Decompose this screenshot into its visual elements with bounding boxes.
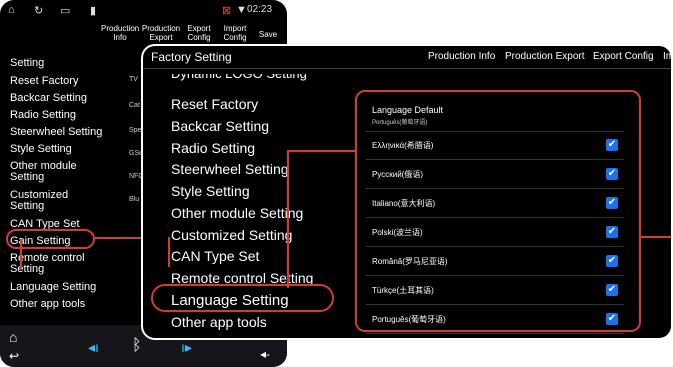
back-menu-remote-control[interactable]: Remote control Setting [10,253,100,275]
window-icon[interactable]: ▭ [60,4,70,17]
back-menu-language[interactable]: Language Setting [10,282,96,293]
tab-export-config[interactable]: Export Config [186,24,212,42]
tab-production-info[interactable]: Production Info [101,24,139,42]
back-arrow-icon[interactable]: ↩ [9,349,19,363]
menu-can-type[interactable]: CAN Type Set [171,248,259,264]
tab-export-config[interactable]: Export Config [593,51,654,62]
status-time: 02:23 [247,4,273,15]
menu-reset-factory[interactable]: Reset Factory [171,96,258,112]
tab-import-config[interactable]: Import Config [222,24,248,42]
menu-backcar[interactable]: Backcar Setting [171,118,269,134]
connector-line [168,237,170,267]
back-right-label: Blu [129,196,140,203]
back-menu-other-module[interactable]: Other module Setting [10,161,100,183]
menu-other-module[interactable]: Other module Setting [171,205,303,221]
volume-up-icon[interactable]: ı▸ [181,339,192,356]
connector-line [641,236,671,238]
back-right-label: Spe [129,127,142,134]
sync-icon[interactable]: ↻ [34,4,43,17]
volume-down-icon[interactable]: ◂ı [88,339,99,356]
signal-icon: ⊠ [222,5,232,17]
language-list-highlight [355,90,641,332]
home-icon[interactable]: ⌂ [9,329,17,345]
back-menu-steerwheel[interactable]: Steerwheel Setting [10,127,102,138]
battery-icon: ▮ [90,5,97,17]
tab-import-config[interactable]: Import Config [663,51,671,62]
volume-icon[interactable]: ◂- [260,347,270,361]
connector-line [20,239,22,268]
tab-production-info[interactable]: Production Info [428,51,495,62]
menu-style[interactable]: Style Setting [171,183,250,199]
bluetooth-icon[interactable]: ᛒ [132,337,142,355]
front-topbar: Factory Setting Production Info Producti… [143,46,671,69]
language-setting-highlight [151,284,334,312]
back-menu-backcar[interactable]: Backcar Setting [10,93,87,104]
tab-production-export[interactable]: Production Export [505,51,585,62]
back-right-label: TV [129,76,138,83]
back-right-label: Cat [129,102,140,109]
back-menu-customized[interactable]: Customized Setting [10,190,100,212]
tab-production-export[interactable]: Production Export [140,24,182,42]
wifi-icon: ▼ [236,4,247,16]
back-menu-setting[interactable]: Setting [10,58,44,69]
back-menu-reset-factory[interactable]: Reset Factory [10,76,78,87]
page-title: Factory Setting [151,50,232,64]
menu-other-app-tools[interactable]: Other app tools [171,314,267,330]
home-icon[interactable]: ⌂ [8,4,15,16]
menu-customized[interactable]: Customized Setting [171,227,292,243]
back-menu-radio[interactable]: Radio Setting [10,110,76,121]
status-bar: ⌂ ↻ ▭ ▮ ⊠ ▼ 02:23 [0,0,287,22]
front-screen: Factory Setting Production Info Producti… [141,44,673,340]
menu-radio[interactable]: Radio Setting [171,140,255,156]
back-menu-other-app[interactable]: Other app tools [10,299,85,310]
connector-line [287,150,357,288]
back-menu-style[interactable]: Style Setting [10,144,72,155]
save-button[interactable]: Save [256,30,280,39]
menu-steerwheel[interactable]: Steerwheel Setting [171,161,289,177]
